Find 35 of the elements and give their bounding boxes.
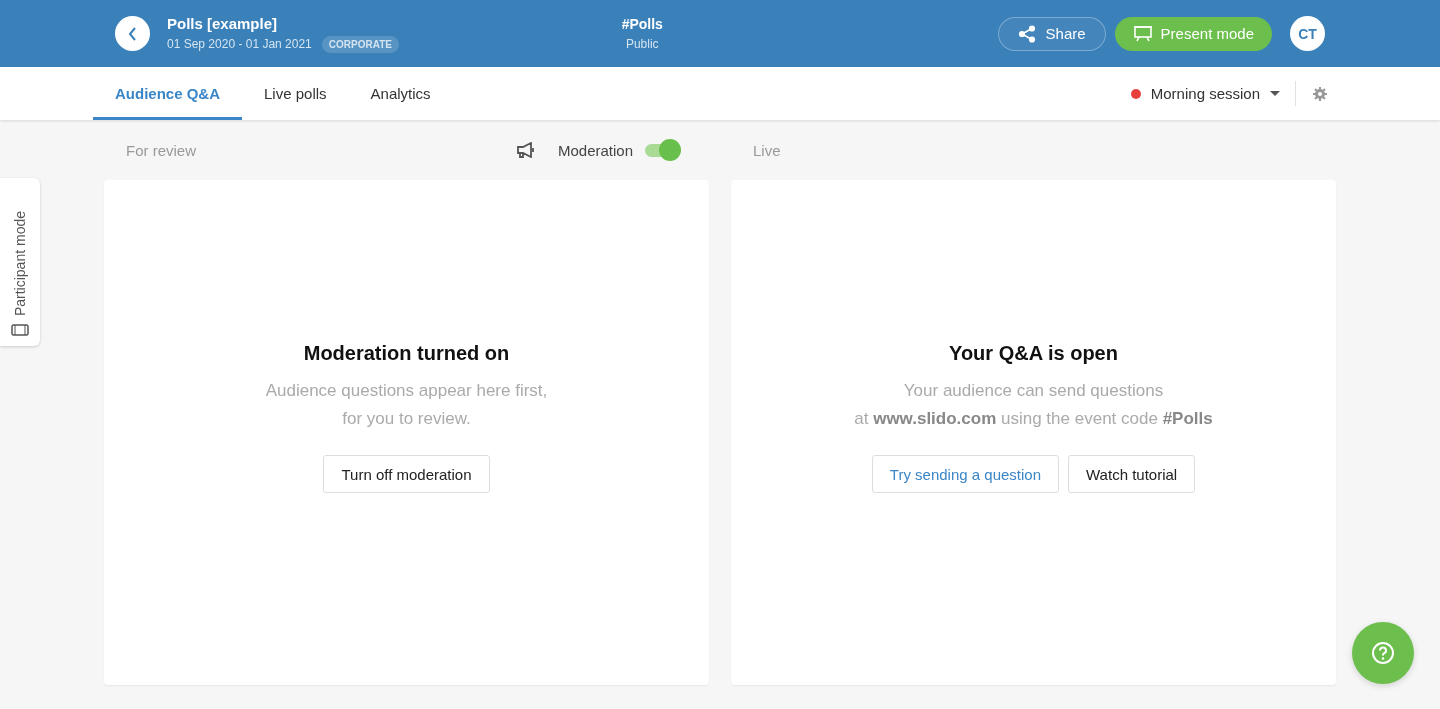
tablet-icon: [11, 324, 29, 336]
moderation-label: Moderation: [558, 141, 634, 159]
question-mark-icon: [1371, 641, 1395, 665]
event-title: Polls [example]: [167, 14, 279, 32]
participant-mode-tab[interactable]: Participant mode: [0, 178, 40, 346]
plan-badge: CORPORATE: [321, 35, 399, 53]
chevron-left-icon: [127, 26, 138, 41]
help-button[interactable]: [1352, 622, 1414, 684]
share-icon: [1017, 24, 1036, 43]
column-label: Live: [753, 141, 782, 159]
moderation-toggle[interactable]: [643, 139, 682, 161]
card-button[interactable]: Watch tutorial: [1068, 455, 1196, 493]
card-description: for you to review.: [342, 408, 471, 430]
nav-tab[interactable]: Live polls: [242, 67, 349, 120]
card-description: Your audience can send questions: [903, 380, 1164, 402]
card-button[interactable]: Turn off moderation: [323, 455, 490, 493]
card-description: Audience questions appear here first,: [265, 380, 548, 402]
user-avatar[interactable]: CT: [1290, 16, 1325, 51]
event-dates: 01 Sep 2020 - 01 Jan 2021: [167, 37, 312, 51]
column-label: For review: [126, 141, 197, 159]
try-question-button[interactable]: Try sending a question: [871, 455, 1059, 493]
card-title: Your Q&A is open: [949, 342, 1118, 365]
back-button[interactable]: [115, 16, 150, 51]
nav-tab[interactable]: Audience Q&A: [93, 67, 242, 120]
megaphone-icon: [516, 142, 536, 158]
nav-tab[interactable]: Analytics: [348, 67, 453, 120]
caret-icon: [1270, 91, 1280, 96]
event-code: #Polls: [621, 16, 663, 32]
share-button[interactable]: Share: [997, 16, 1106, 51]
card-description: at www.slido.com using the event code #Polls: [854, 408, 1213, 430]
settings-icon[interactable]: [1313, 86, 1327, 101]
presentation-board-icon: [1132, 25, 1153, 42]
visibility-label: Public: [625, 37, 659, 51]
session-dropdown[interactable]: Morning session: [1130, 67, 1295, 120]
card-title: Moderation turned on: [303, 342, 510, 365]
